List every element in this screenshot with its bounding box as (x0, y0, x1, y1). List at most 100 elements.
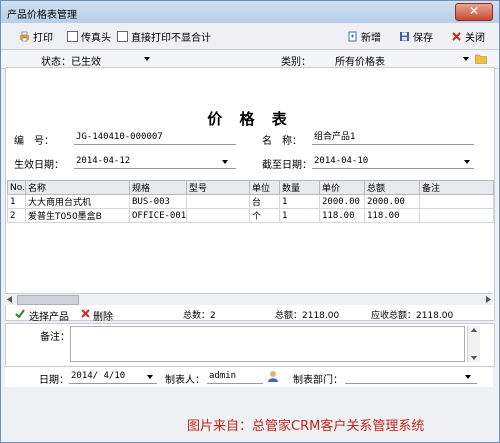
scroll-left-icon[interactable] (7, 296, 13, 303)
column-header[interactable]: 总额 (364, 180, 420, 195)
direct-print-checkbox-box[interactable] (117, 31, 128, 42)
checkmark-icon (15, 309, 25, 318)
item-count: 总数：2 (183, 311, 216, 321)
name-field[interactable]: 组合产品1 (312, 130, 474, 145)
document-title: 价 格 表 (207, 110, 293, 128)
date-label: 日期： (39, 375, 69, 386)
user-icon[interactable] (267, 370, 279, 382)
expiry-date-field[interactable]: 2014-04-10 (312, 154, 474, 169)
fax-checkbox-box[interactable] (67, 31, 78, 42)
date-field[interactable]: 2014/ 4/10 (69, 369, 157, 384)
column-header[interactable]: 规格 (129, 180, 187, 195)
select-product-button[interactable]: 选择产品 (29, 308, 69, 323)
save-button[interactable]: 保存 (399, 29, 433, 44)
notes-section: 备注： (5, 323, 495, 367)
category-dropdown-arrow-icon[interactable] (463, 57, 469, 61)
scroll-down-icon[interactable] (471, 356, 477, 360)
table-cell[interactable]: 118.00 (364, 208, 420, 223)
column-header[interactable]: 单位 (249, 180, 280, 195)
table-cell[interactable]: 台 (249, 194, 280, 209)
column-header[interactable]: 型号 (186, 180, 250, 195)
price-list-document: 价 格 表 编 号： JG-140410-000007 名 称： 组合产品1 生… (5, 67, 495, 321)
scroll-up-icon[interactable] (471, 328, 477, 332)
table-cell[interactable]: BUS-003 (129, 194, 187, 209)
maker-label: 制表人： (165, 375, 205, 386)
table-cell[interactable]: OFFICE-001 (129, 208, 187, 223)
maker-field[interactable]: admin (207, 369, 263, 384)
table-cell[interactable]: 1 (279, 208, 320, 223)
code-field[interactable]: JG-140410-000007 (74, 130, 236, 145)
table-cell[interactable]: 1 (7, 194, 26, 209)
folder-icon[interactable] (475, 53, 487, 64)
table-row[interactable]: 1 大大商用台式机 BUS-003 台 1 2000.00 2000.00 (7, 194, 494, 209)
print-button[interactable]: 打印 (19, 29, 53, 44)
date-dropdown-arrow-icon[interactable] (147, 375, 153, 379)
column-header[interactable]: 单价 (319, 180, 365, 195)
new-document-icon (348, 31, 357, 42)
effective-date-label: 生效日期： (14, 160, 64, 171)
toolbar: 打印 传真头 直接打印不显合计 新增 保存 关闭 (1, 25, 499, 47)
close-button[interactable]: 关闭 (451, 29, 485, 44)
table-row[interactable]: 2 爱普生T050墨盒B OFFICE-001 个 1 118.00 118.0… (7, 208, 494, 223)
window-close-button[interactable]: ✕ (455, 3, 493, 21)
direct-print-checkbox[interactable]: 直接打印不显合计 (117, 29, 211, 44)
dept-field[interactable] (345, 369, 477, 384)
floppy-disk-icon (400, 32, 409, 41)
table-cell[interactable]: 大大商用台式机 (25, 194, 130, 209)
scroll-thumb[interactable] (17, 295, 79, 305)
fax-label: 传真头 (81, 33, 111, 44)
category-label: 类别： (281, 57, 311, 68)
horizontal-scrollbar[interactable] (5, 293, 493, 305)
print-label: 打印 (33, 33, 53, 44)
column-header[interactable]: 数量 (279, 180, 320, 195)
column-header[interactable]: 名称 (25, 180, 130, 195)
grid-header-row: No. 名称 规格 型号 单位 数量 单价 总额 备注 (7, 180, 494, 195)
table-cell[interactable]: 爱普生T050墨盒B (25, 208, 130, 223)
scroll-right-icon[interactable] (485, 296, 491, 303)
delete-x-icon (81, 309, 90, 318)
product-grid: No. 名称 规格 型号 单位 数量 单价 总额 备注 1 大大商用台式机 BU… (7, 180, 494, 223)
filter-bar: 状态： 已生效 类别： 所有价格表 (1, 49, 499, 69)
table-cell[interactable] (419, 208, 494, 223)
notes-label: 备注： (40, 332, 70, 343)
table-cell[interactable]: 个 (249, 208, 280, 223)
notes-scrollbar[interactable] (467, 326, 480, 362)
column-header[interactable]: 备注 (419, 180, 494, 195)
effective-date-field[interactable]: 2014-04-12 (74, 154, 236, 169)
credit-caption: 图片来自：总管家CRM客户关系管理系统 (187, 419, 425, 434)
table-cell[interactable] (419, 194, 494, 209)
window-title: 产品价格表管理 (7, 10, 77, 21)
receivable-amount: 应收总额：2118.00 (371, 311, 454, 321)
name-label: 名 称： (262, 136, 302, 147)
summary-bar: 选择产品 删除 总数：2 总额：2118.00 应收总额：2118.00 (5, 305, 493, 323)
footer-fields: 日期： 2014/ 4/10 制表人： admin 制表部门： (5, 367, 493, 387)
table-cell[interactable]: 2 (7, 208, 26, 223)
price-list-window: 产品价格表管理 ✕ 打印 传真头 直接打印不显合计 新增 保存 关闭 状态： 已… (0, 0, 500, 443)
table-cell[interactable]: 118.00 (319, 208, 365, 223)
expiry-date-label: 截至日期： (262, 160, 312, 171)
dept-label: 制表部门： (293, 375, 343, 386)
expiry-date-dropdown-arrow-icon[interactable] (464, 160, 470, 164)
effective-date-dropdown-arrow-icon[interactable] (222, 160, 228, 164)
fax-checkbox[interactable]: 传真头 (67, 29, 111, 44)
notes-textarea[interactable] (70, 326, 465, 362)
category-select[interactable]: 所有价格表 (335, 53, 385, 68)
code-label: 编 号： (14, 136, 54, 147)
save-label: 保存 (413, 33, 433, 44)
table-cell[interactable]: 2000.00 (364, 194, 420, 209)
table-cell[interactable]: 2000.00 (319, 194, 365, 209)
direct-print-label: 直接打印不显合计 (131, 33, 211, 44)
new-button[interactable]: 新增 (347, 29, 381, 44)
dept-dropdown-arrow-icon[interactable] (465, 375, 471, 379)
table-cell[interactable]: 1 (279, 194, 320, 209)
table-cell[interactable] (186, 208, 250, 223)
new-label: 新增 (361, 33, 381, 44)
status-dropdown-arrow-icon[interactable] (144, 57, 150, 61)
red-x-icon (452, 32, 461, 41)
printer-icon (20, 31, 29, 42)
table-cell[interactable] (186, 194, 250, 209)
column-header[interactable]: No. (7, 180, 26, 195)
delete-button[interactable]: 删除 (93, 308, 113, 323)
close-label: 关闭 (465, 33, 485, 44)
status-select[interactable]: 已生效 (71, 53, 101, 68)
